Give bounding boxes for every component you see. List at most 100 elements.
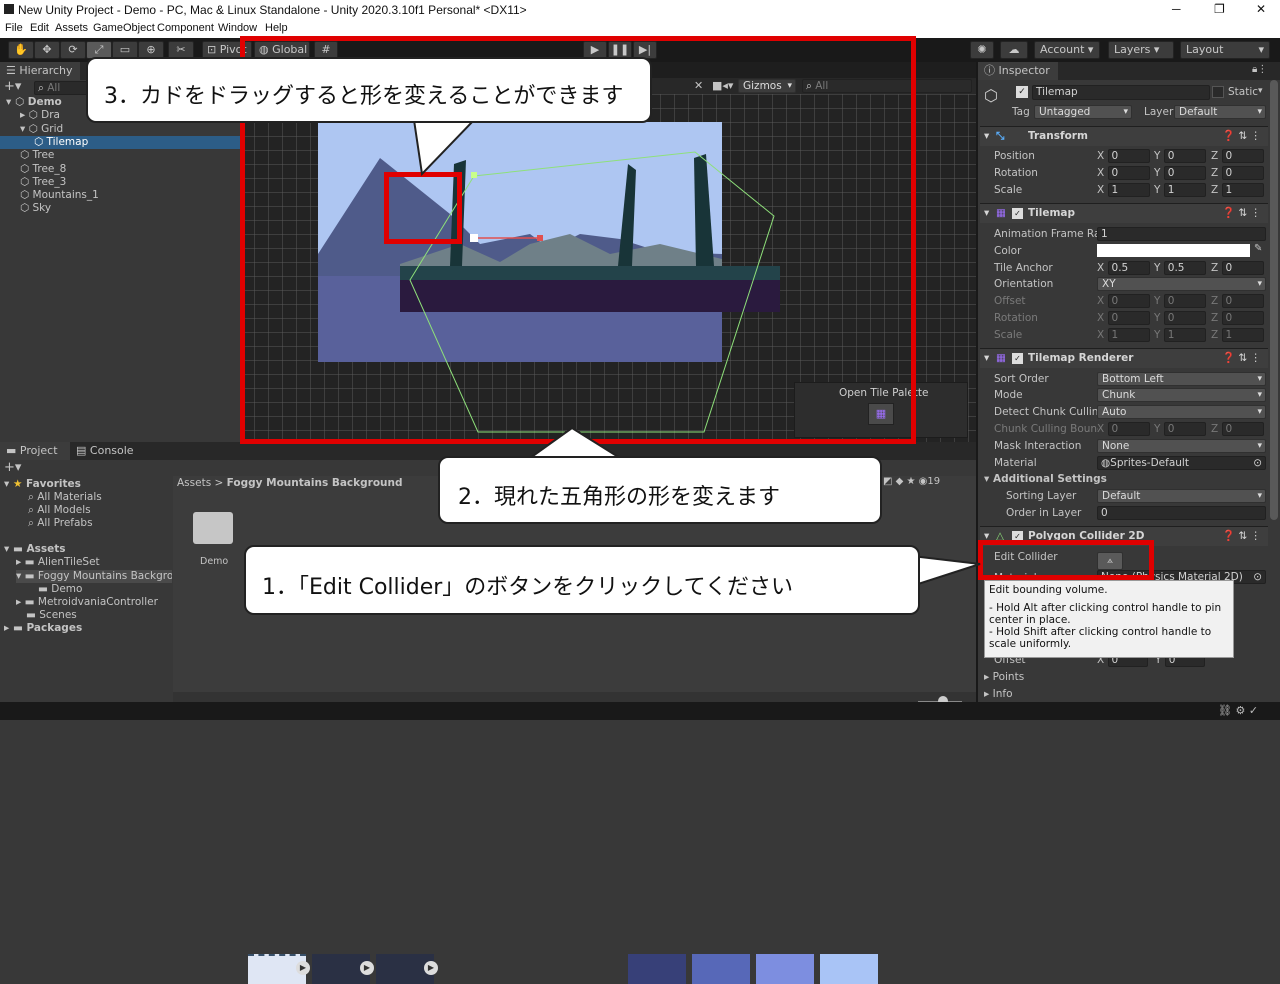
asset-folder-item[interactable]: ▾ ▬ Foggy Mountains Backgrou xyxy=(16,570,172,583)
play-preview-icon[interactable]: ▶ xyxy=(360,961,374,975)
menu-assets[interactable]: Assets xyxy=(55,22,88,34)
layout-dropdown[interactable]: Layout ▾ xyxy=(1180,41,1270,59)
scale-vec-x[interactable]: X 1 xyxy=(1097,328,1150,342)
create-asset-button[interactable]: +▾ xyxy=(4,460,21,475)
sort-order-dropdown[interactable]: Bottom Left xyxy=(1097,372,1266,386)
packages-header[interactable]: ▸ ▬ Packages xyxy=(4,622,82,635)
offset-vec-x[interactable]: X 0 xyxy=(1097,294,1150,308)
cloud-icon[interactable]: ☁ xyxy=(1000,41,1028,59)
hierarchy-item[interactable]: ⬡ Mountains_1 xyxy=(0,189,240,202)
points-foldout[interactable]: ▸ Points xyxy=(984,669,1024,685)
hierarchy-item[interactable]: ▾ ⬡ Grid xyxy=(0,123,240,136)
tag-dropdown[interactable]: Untagged xyxy=(1034,105,1132,119)
scale-vec-y[interactable]: Y 1 xyxy=(1154,328,1206,342)
menu-edit[interactable]: Edit xyxy=(30,22,49,34)
tab-project[interactable]: ▬ Project xyxy=(0,442,70,460)
layers-dropdown[interactable]: Layers ▾ xyxy=(1108,41,1174,59)
sorting-layer-dropdown[interactable]: Default xyxy=(1097,489,1266,503)
tilemap-enabled-checkbox[interactable]: ✓ xyxy=(1012,208,1023,219)
menu-component[interactable]: Component xyxy=(157,22,214,34)
asset-folder-item[interactable]: ▬ Demo xyxy=(38,583,82,596)
eyedropper-icon[interactable]: ✎ xyxy=(1254,243,1262,254)
asset-folder-item[interactable]: ▸ ▬ AlienTileSet xyxy=(16,556,100,569)
move-tool-icon[interactable]: ✥ xyxy=(34,41,60,59)
menu-gameobject[interactable]: GameObject xyxy=(93,22,155,34)
hierarchy-item[interactable]: ⬡ Sky xyxy=(0,202,240,215)
animation-frame-rate-field[interactable]: 1 xyxy=(1097,227,1266,241)
favorite-item[interactable]: ⌕ All Prefabs xyxy=(28,517,93,530)
tr1-x[interactable]: X 0 xyxy=(1097,166,1150,180)
bounds-vec-x[interactable]: X 0 xyxy=(1097,422,1150,436)
inspector-scrollbar[interactable] xyxy=(1270,80,1278,520)
hierarchy-item[interactable]: ⬡ Tree_3 xyxy=(0,176,240,189)
tr2-y[interactable]: Y 1 xyxy=(1154,183,1206,197)
tr0-y[interactable]: Y 0 xyxy=(1154,149,1206,163)
tab-inspector[interactable]: ⓘ Inspector xyxy=(978,62,1058,80)
additional-settings-header[interactable]: ▾ Additional Settings xyxy=(984,471,1107,487)
add-object-button[interactable]: +▾ xyxy=(4,80,28,94)
breadcrumb-current[interactable]: Foggy Mountains Background xyxy=(227,477,403,489)
object-picker-icon[interactable]: ⊙ xyxy=(1253,457,1262,469)
close-button[interactable]: ✕ xyxy=(1256,2,1266,16)
orientation-dropdown[interactable]: XY xyxy=(1097,277,1266,291)
status-icons[interactable]: ⛓ ⚙ ✓ xyxy=(1218,704,1258,717)
play-preview-icon[interactable]: ▶ xyxy=(296,961,310,975)
hierarchy-item[interactable]: ⬡ Tree xyxy=(0,149,240,162)
order-in-layer-field[interactable]: 0 xyxy=(1097,506,1266,520)
maximize-button[interactable]: ❐ xyxy=(1214,2,1225,16)
active-checkbox[interactable]: ✓ xyxy=(1016,86,1028,98)
asset-folder-item[interactable]: ▸ ▬ MetroidvaniaController xyxy=(16,596,158,609)
menu-file[interactable]: File xyxy=(5,22,23,34)
asset-thumbnail[interactable] xyxy=(692,954,750,984)
object-name-field[interactable]: Tilemap xyxy=(1032,85,1210,100)
hierarchy-item[interactable]: ⬡ Tree_8 xyxy=(0,163,240,176)
static-dropdown-icon[interactable]: ▾ xyxy=(1258,86,1263,96)
project-folder-thumb[interactable] xyxy=(193,512,233,544)
bounds-vec-z[interactable]: Z 0 xyxy=(1211,422,1264,436)
tile-anchor-vec-y[interactable]: Y 0.5 xyxy=(1154,261,1206,275)
asset-folder-item[interactable]: ▬ Scenes xyxy=(26,609,77,622)
tr2-z[interactable]: Z 1 xyxy=(1211,183,1264,197)
object-picker-icon[interactable]: ⊙ xyxy=(1253,571,1262,583)
account-dropdown[interactable]: Account ▾ xyxy=(1034,41,1100,59)
menu-window[interactable]: Window xyxy=(218,22,257,34)
tr2-x[interactable]: X 1 xyxy=(1097,183,1150,197)
static-checkbox[interactable] xyxy=(1212,86,1224,98)
favorite-item[interactable]: ⌕ All Models xyxy=(28,504,91,517)
tab-hierarchy[interactable]: ☰ Hierarchy xyxy=(0,62,80,80)
info-foldout[interactable]: ▸ Info xyxy=(984,686,1013,702)
rotation-vec-x[interactable]: X 0 xyxy=(1097,311,1150,325)
rotation-vec-z[interactable]: Z 0 xyxy=(1211,311,1264,325)
tr0-z[interactable]: Z 0 xyxy=(1211,149,1264,163)
component-menu-icon[interactable]: ❓ ⇅ ⋮ xyxy=(1222,527,1261,546)
asset-thumbnail[interactable] xyxy=(756,954,814,984)
offset-vec-z[interactable]: Z 0 xyxy=(1211,294,1264,308)
project-filter-icons[interactable]: ◩ ◆ ★ ◉19 xyxy=(883,476,940,487)
minimize-button[interactable]: ─ xyxy=(1172,2,1181,16)
rotation-vec-y[interactable]: Y 0 xyxy=(1154,311,1206,325)
mode-dropdown[interactable]: Chunk xyxy=(1097,388,1266,402)
component-menu-icon[interactable]: ❓ ⇅ ⋮ xyxy=(1222,204,1261,223)
menu-help[interactable]: Help xyxy=(265,22,288,34)
offset-vec-y[interactable]: Y 0 xyxy=(1154,294,1206,308)
assets-header[interactable]: ▾ ▬ Assets xyxy=(4,543,66,556)
breadcrumb-assets[interactable]: Assets xyxy=(177,477,211,489)
tilemap-renderer-header[interactable]: ▾ ▦ ✓ Tilemap Renderer ❓ ⇅ ⋮ xyxy=(980,348,1268,368)
detect-culling-dropdown[interactable]: Auto xyxy=(1097,405,1266,419)
collab-icon[interactable]: ✺ xyxy=(970,41,994,59)
favorite-item[interactable]: ⌕ All Materials xyxy=(28,491,102,504)
hierarchy-item[interactable]: ⬡ Tilemap xyxy=(0,135,240,149)
hand-tool-icon[interactable]: ✋ xyxy=(8,41,34,59)
asset-thumbnail[interactable] xyxy=(628,954,686,984)
renderer-enabled-checkbox[interactable]: ✓ xyxy=(1012,353,1023,364)
tilemap-header[interactable]: ▾ ▦ ✓ Tilemap ❓ ⇅ ⋮ xyxy=(980,203,1268,223)
play-preview-icon[interactable]: ▶ xyxy=(424,961,438,975)
lock-icon[interactable]: 🔒︎⋮ xyxy=(1252,64,1267,75)
mask-interaction-dropdown[interactable]: None xyxy=(1097,439,1266,453)
favorites-header[interactable]: ▾ ★ Favorites xyxy=(4,478,81,491)
tile-anchor-vec-x[interactable]: X 0.5 xyxy=(1097,261,1150,275)
transform-header[interactable]: ▾ ⤡ Transform ❓ ⇅ ⋮ xyxy=(980,126,1268,146)
material-field[interactable]: ◍Sprites-Default ⊙ xyxy=(1097,456,1266,470)
component-menu-icon[interactable]: ❓ ⇅ ⋮ xyxy=(1222,349,1261,368)
bounds-vec-y[interactable]: Y 0 xyxy=(1154,422,1206,436)
